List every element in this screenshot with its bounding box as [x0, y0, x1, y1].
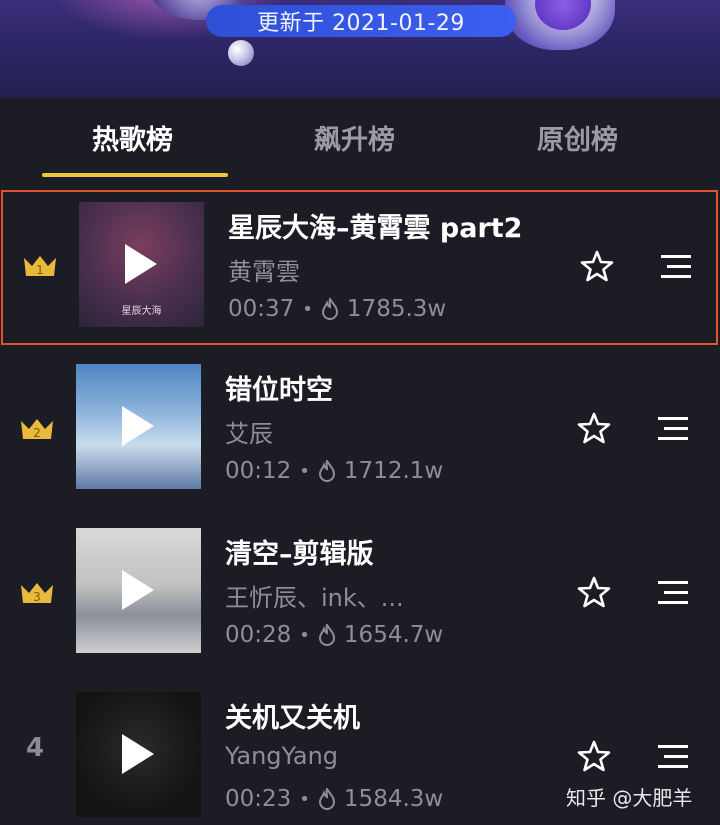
favorite-star-icon[interactable]: [580, 249, 614, 283]
watermark: 知乎 @大肥羊: [566, 786, 693, 810]
song-meta: 00:28 • 1654.7w: [225, 622, 443, 648]
rank-number: 2: [33, 426, 41, 440]
song-title[interactable]: 清空–剪辑版: [225, 532, 374, 571]
rank-number: 3: [33, 590, 41, 604]
song-artist[interactable]: 艾辰: [225, 414, 273, 449]
rank-number: 4: [26, 733, 45, 763]
play-icon[interactable]: [122, 570, 154, 610]
crown-rank-icon: 3: [21, 583, 53, 604]
separator-dot: •: [299, 788, 310, 810]
headphone-icon: [505, 0, 615, 50]
fire-icon: [318, 460, 335, 482]
update-date-badge: 更新于 2021-01-29: [206, 5, 516, 37]
album-cover[interactable]: [76, 692, 201, 817]
play-icon[interactable]: [122, 406, 154, 446]
favorite-star-icon[interactable]: [577, 411, 611, 445]
song-duration: 00:23: [225, 786, 292, 812]
playlist-add-icon[interactable]: [656, 415, 690, 443]
song-duration: 00:28: [225, 622, 292, 648]
separator-dot: •: [299, 624, 310, 646]
rank-number: 1: [36, 263, 44, 277]
tab-hot-songs[interactable]: 热歌榜: [92, 118, 173, 157]
playlist-add-icon[interactable]: [656, 579, 690, 607]
album-cover[interactable]: [76, 528, 201, 653]
fire-icon: [318, 624, 335, 646]
song-artist[interactable]: 王忻辰、ink、...: [225, 578, 404, 613]
tab-original[interactable]: 原创榜: [537, 118, 618, 157]
playlist-add-icon[interactable]: [656, 743, 690, 771]
crown-rank-icon: 2: [21, 419, 53, 440]
song-meta: 00:23 • 1584.3w: [225, 786, 443, 812]
bubble-decoration: [228, 40, 254, 66]
chart-banner: 更新于 2021-01-29: [0, 0, 720, 98]
active-tab-indicator: [42, 173, 228, 177]
cover-caption: 星辰大海: [121, 306, 162, 317]
play-count: 1584.3w: [343, 786, 444, 812]
song-title[interactable]: 关机又关机: [225, 696, 360, 735]
play-count: 1654.7w: [343, 622, 444, 648]
album-cover[interactable]: 星辰大海: [79, 202, 204, 327]
play-icon[interactable]: [125, 244, 157, 284]
favorite-star-icon[interactable]: [577, 575, 611, 609]
playlist-add-icon[interactable]: [659, 253, 693, 281]
separator-dot: •: [302, 298, 313, 320]
favorite-star-icon[interactable]: [577, 739, 611, 773]
song-row[interactable]: 1 星辰大海 星辰大海–黄霄雲 part2 黄霄雲 00:37 • 1785.3…: [1, 190, 718, 345]
fire-icon: [321, 298, 338, 320]
song-row[interactable]: 3 清空–剪辑版 王忻辰、ink、... 00:28 • 1654.7w: [0, 519, 720, 674]
play-count: 1712.1w: [343, 458, 444, 484]
song-row[interactable]: 2 错位时空 艾辰 00:12 • 1712.1w: [0, 355, 720, 510]
play-count: 1785.3w: [346, 296, 447, 322]
crown-rank-icon: 1: [24, 256, 56, 277]
chart-tabs: 热歌榜 飙升榜 原创榜: [0, 98, 720, 188]
song-duration: 00:37: [228, 296, 295, 322]
separator-dot: •: [299, 460, 310, 482]
song-artist[interactable]: YangYang: [225, 742, 338, 770]
song-title[interactable]: 星辰大海–黄霄雲 part2: [228, 206, 522, 245]
tab-rising[interactable]: 飙升榜: [314, 118, 395, 157]
song-title[interactable]: 错位时空: [225, 368, 333, 407]
song-meta: 00:12 • 1712.1w: [225, 458, 443, 484]
album-cover[interactable]: [76, 364, 201, 489]
song-artist[interactable]: 黄霄雲: [228, 252, 300, 287]
update-date-text: 更新于 2021-01-29: [257, 11, 465, 36]
song-meta: 00:37 • 1785.3w: [228, 296, 446, 322]
fire-icon: [318, 788, 335, 810]
play-icon[interactable]: [122, 734, 154, 774]
song-duration: 00:12: [225, 458, 292, 484]
